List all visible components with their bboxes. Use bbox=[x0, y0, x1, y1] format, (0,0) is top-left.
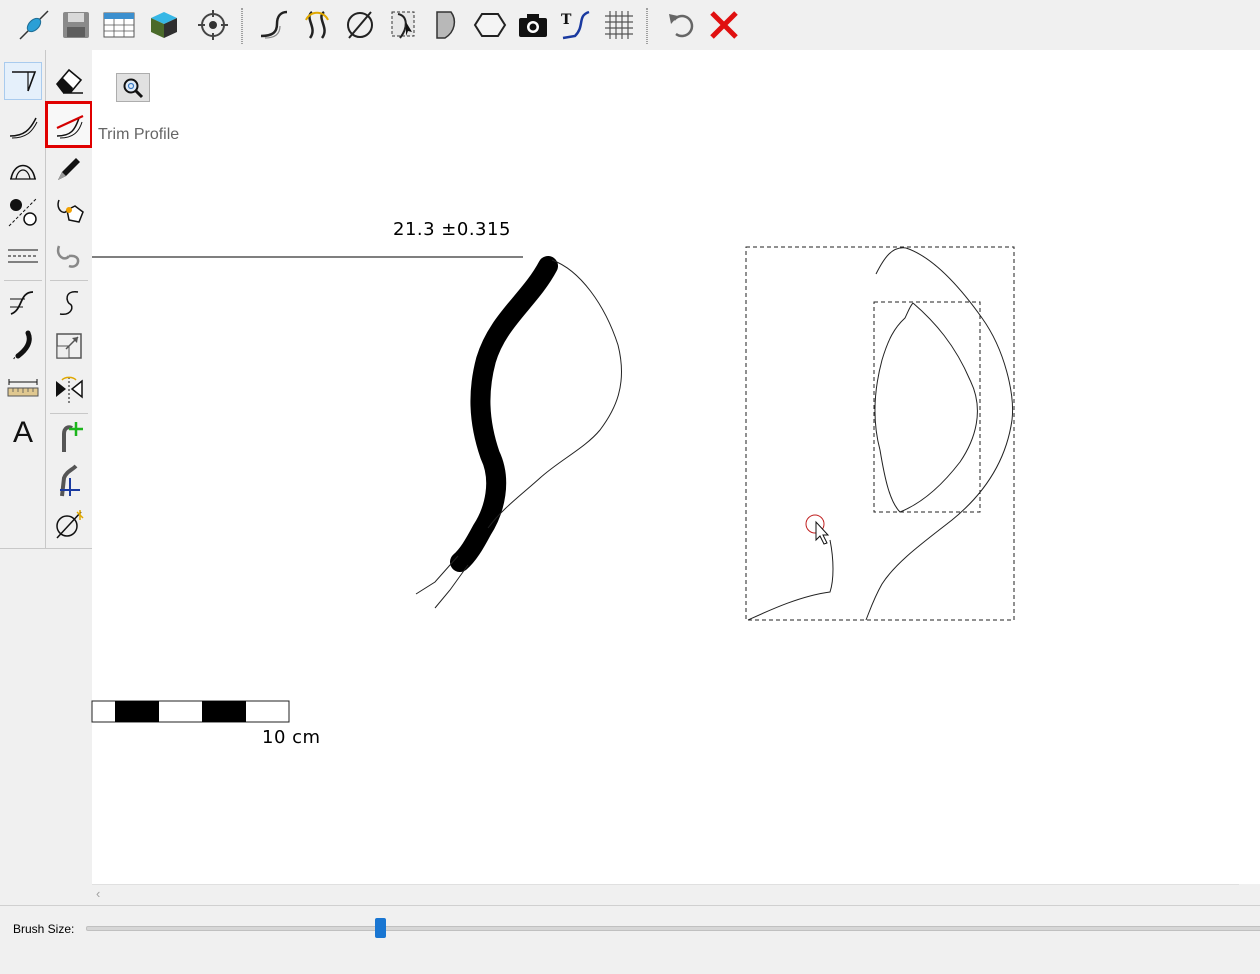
brush-curve-icon[interactable] bbox=[4, 327, 42, 365]
text-profile-icon[interactable]: T bbox=[557, 5, 595, 45]
horizontal-scrollbar[interactable]: ‹ bbox=[92, 884, 1239, 905]
polygon-icon[interactable] bbox=[471, 5, 509, 45]
eraser-icon[interactable] bbox=[50, 62, 88, 100]
table-icon[interactable] bbox=[100, 5, 138, 45]
drawing-canvas[interactable] bbox=[92, 50, 1260, 885]
svg-text:T: T bbox=[561, 12, 572, 28]
brush-size-slider[interactable] bbox=[86, 926, 1260, 931]
outline-tool-icon[interactable] bbox=[4, 62, 42, 100]
tool-separator bbox=[4, 280, 42, 281]
curve-tool-icon[interactable] bbox=[4, 107, 42, 145]
toolbar-separator bbox=[241, 8, 243, 44]
scale-box-icon[interactable] bbox=[50, 327, 88, 365]
grid-icon[interactable] bbox=[600, 5, 638, 45]
toolbar-separator bbox=[646, 8, 648, 44]
s-curve-icon[interactable] bbox=[50, 284, 88, 322]
tool-panel: A bbox=[0, 50, 93, 549]
diameter-icon[interactable] bbox=[341, 5, 379, 45]
trim-profile-icon[interactable] bbox=[45, 101, 93, 148]
mirror-icon[interactable] bbox=[50, 370, 88, 408]
target-icon[interactable] bbox=[194, 5, 232, 45]
save-icon[interactable] bbox=[57, 5, 95, 45]
text-tool-icon[interactable]: A bbox=[4, 414, 42, 452]
select-profile-icon[interactable] bbox=[385, 5, 423, 45]
scroll-left-icon[interactable]: ‹ bbox=[96, 886, 100, 901]
profile-lines-icon[interactable] bbox=[4, 284, 42, 322]
connect-icon[interactable] bbox=[15, 5, 53, 45]
handle-icon[interactable] bbox=[50, 193, 88, 231]
brush-size-thumb[interactable] bbox=[375, 918, 386, 938]
bottom-bar: Brush Size: bbox=[0, 905, 1260, 974]
half-profile-icon[interactable] bbox=[428, 5, 466, 45]
points-tool-icon[interactable] bbox=[4, 193, 42, 231]
text-tool-glyph: A bbox=[12, 416, 33, 449]
ruler-icon[interactable] bbox=[4, 370, 42, 408]
zoom-button[interactable] bbox=[116, 73, 150, 102]
close-icon[interactable] bbox=[705, 5, 743, 45]
scale-bar-label: 10 cm bbox=[262, 727, 321, 748]
top-toolbar: T bbox=[0, 0, 1260, 51]
arch-tool-icon[interactable] bbox=[4, 150, 42, 188]
tool-tooltip: Trim Profile bbox=[98, 126, 180, 143]
tool-separator bbox=[50, 413, 88, 414]
brush-size-label: Brush Size: bbox=[13, 922, 75, 936]
scroll-corner bbox=[1239, 884, 1260, 904]
handle-gray-icon[interactable] bbox=[50, 237, 88, 275]
measurement-label: 21.3 ±0.315 bbox=[393, 219, 511, 240]
add-point-icon[interactable] bbox=[50, 418, 88, 456]
magnifier-icon bbox=[123, 78, 144, 98]
undo-icon[interactable] bbox=[662, 5, 700, 45]
profile-curve-icon[interactable] bbox=[255, 5, 293, 45]
rotate-profile-icon[interactable] bbox=[298, 5, 336, 45]
blue-point-icon[interactable] bbox=[50, 462, 88, 500]
tool-separator bbox=[50, 280, 88, 281]
3d-box-icon[interactable] bbox=[145, 5, 183, 45]
diameter-tool-icon[interactable] bbox=[50, 505, 88, 543]
pencil-icon[interactable] bbox=[50, 150, 88, 188]
dashed-lines-icon[interactable] bbox=[4, 237, 42, 275]
camera-icon[interactable] bbox=[514, 5, 552, 45]
